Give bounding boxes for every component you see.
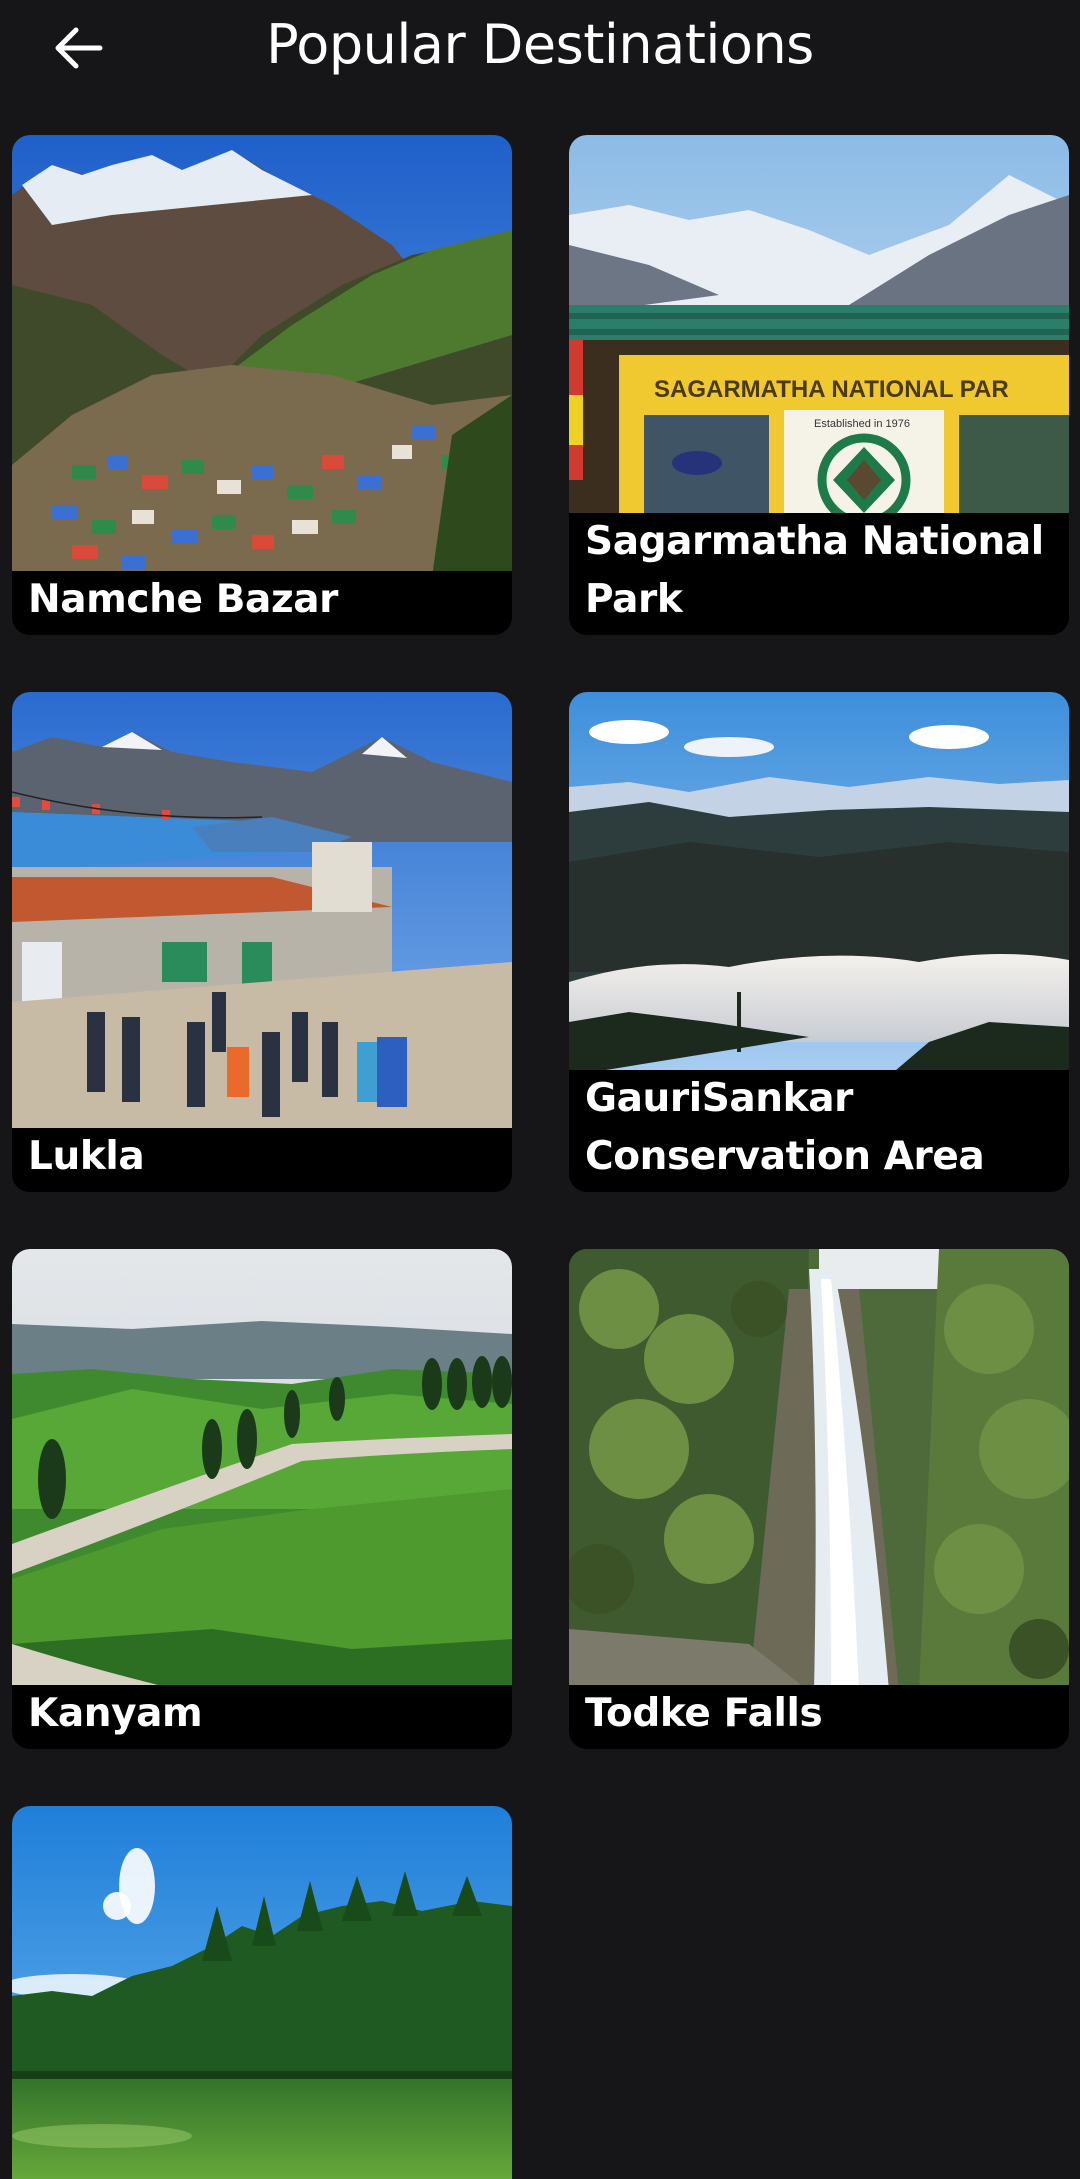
destination-photo bbox=[12, 135, 512, 577]
destination-name: Sagarmatha National Park bbox=[569, 513, 1069, 635]
sign-text: SAGARMATHA NATIONAL PAR bbox=[654, 376, 1009, 403]
destinations-grid: Namche Bazar SAGARMATHA NATIONAL PAR Est… bbox=[0, 0, 1080, 2179]
destination-name: Lukla bbox=[12, 1128, 512, 1192]
destination-name: Todke Falls bbox=[569, 1685, 1069, 1749]
destination-card-namche-bazar[interactable]: Namche Bazar bbox=[12, 135, 512, 635]
destination-photo bbox=[12, 1249, 512, 1691]
destination-card-lukla[interactable]: Lukla bbox=[12, 692, 512, 1192]
destination-name: Namche Bazar bbox=[12, 571, 512, 635]
destination-name: GauriSankar Conservation Area bbox=[569, 1070, 1069, 1192]
destination-card-lake[interactable] bbox=[12, 1806, 512, 2179]
destination-card-gaurisankar-conservation-area[interactable]: GauriSankar Conservation Area bbox=[569, 692, 1069, 1192]
destination-name: Kanyam bbox=[12, 1685, 512, 1749]
destination-card-todke-falls[interactable]: Todke Falls bbox=[569, 1249, 1069, 1749]
destination-photo bbox=[12, 692, 512, 1134]
destination-card-kanyam[interactable]: Kanyam bbox=[12, 1249, 512, 1749]
sign-subtext: Established in 1976 bbox=[814, 418, 910, 430]
destination-photo: SAGARMATHA NATIONAL PAR Established in 1… bbox=[569, 135, 1069, 519]
destination-photo bbox=[569, 1249, 1069, 1691]
destination-photo bbox=[569, 692, 1069, 1076]
destination-photo bbox=[12, 1806, 512, 2179]
destination-card-sagarmatha-national-park[interactable]: SAGARMATHA NATIONAL PAR Established in 1… bbox=[569, 135, 1069, 635]
